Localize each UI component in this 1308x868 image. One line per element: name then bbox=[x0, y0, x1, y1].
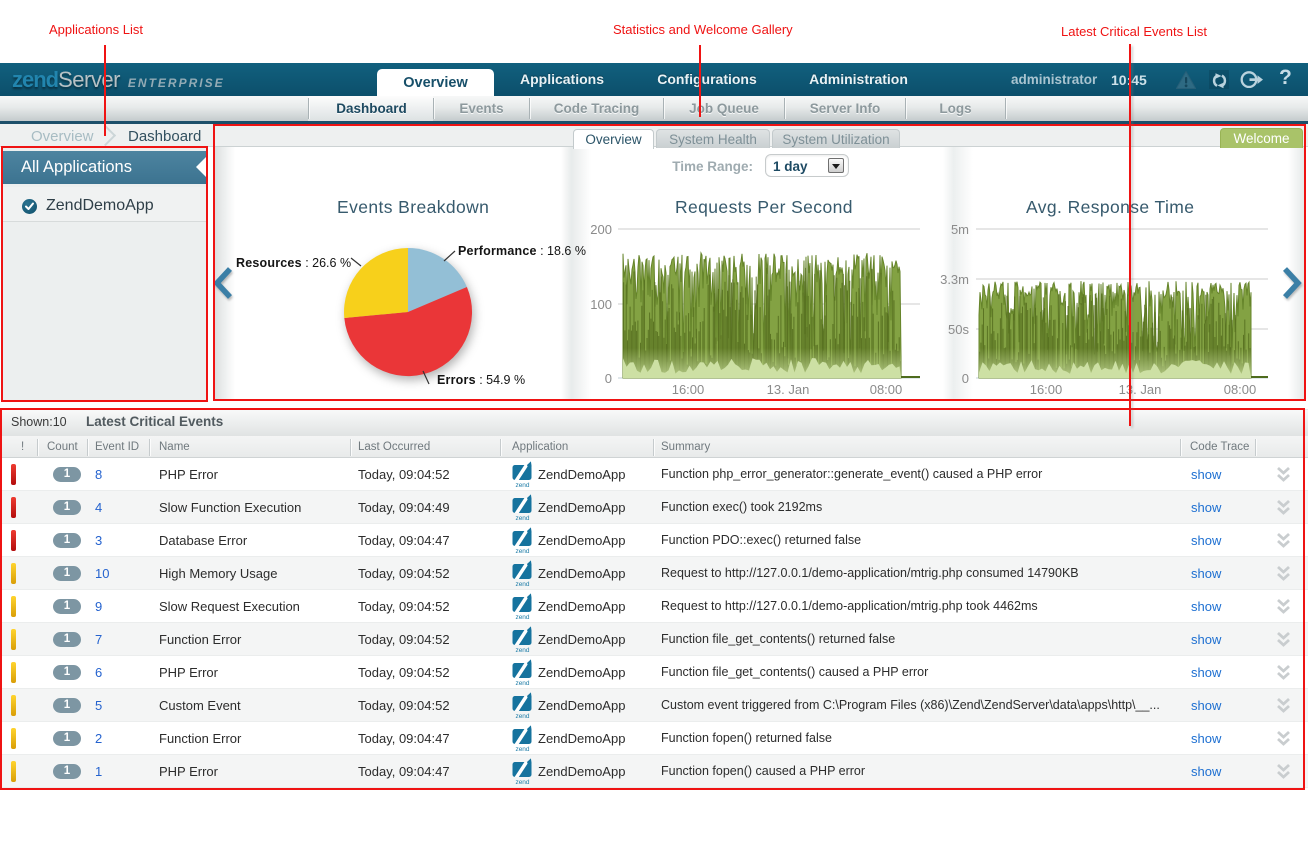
svg-text:50s: 50s bbox=[948, 322, 969, 337]
svg-text:0: 0 bbox=[962, 371, 969, 386]
svg-text:100: 100 bbox=[590, 297, 612, 312]
svg-text:zend: zend bbox=[515, 779, 529, 786]
svg-text:zend: zend bbox=[515, 548, 529, 555]
svg-text:200: 200 bbox=[590, 222, 612, 237]
svg-text:zend: zend bbox=[515, 647, 529, 654]
svg-text:zend: zend bbox=[515, 581, 529, 588]
svg-text:zend: zend bbox=[515, 680, 529, 687]
svg-text:zend: zend bbox=[515, 482, 529, 489]
svg-text:zend: zend bbox=[515, 746, 529, 753]
svg-text:5m: 5m bbox=[951, 222, 969, 237]
svg-text:0: 0 bbox=[605, 371, 612, 386]
svg-text:zend: zend bbox=[515, 614, 529, 621]
svg-text:08:00: 08:00 bbox=[870, 382, 903, 397]
svg-text:16:00: 16:00 bbox=[1030, 382, 1063, 397]
svg-text:13. Jan: 13. Jan bbox=[767, 382, 810, 397]
svg-text:zend: zend bbox=[515, 713, 529, 720]
svg-text:16:00: 16:00 bbox=[672, 382, 705, 397]
svg-text:zend: zend bbox=[515, 515, 529, 522]
svg-text:3.3m: 3.3m bbox=[940, 272, 969, 287]
svg-text:08:00: 08:00 bbox=[1224, 382, 1257, 397]
svg-text:13. Jan: 13. Jan bbox=[1119, 382, 1162, 397]
